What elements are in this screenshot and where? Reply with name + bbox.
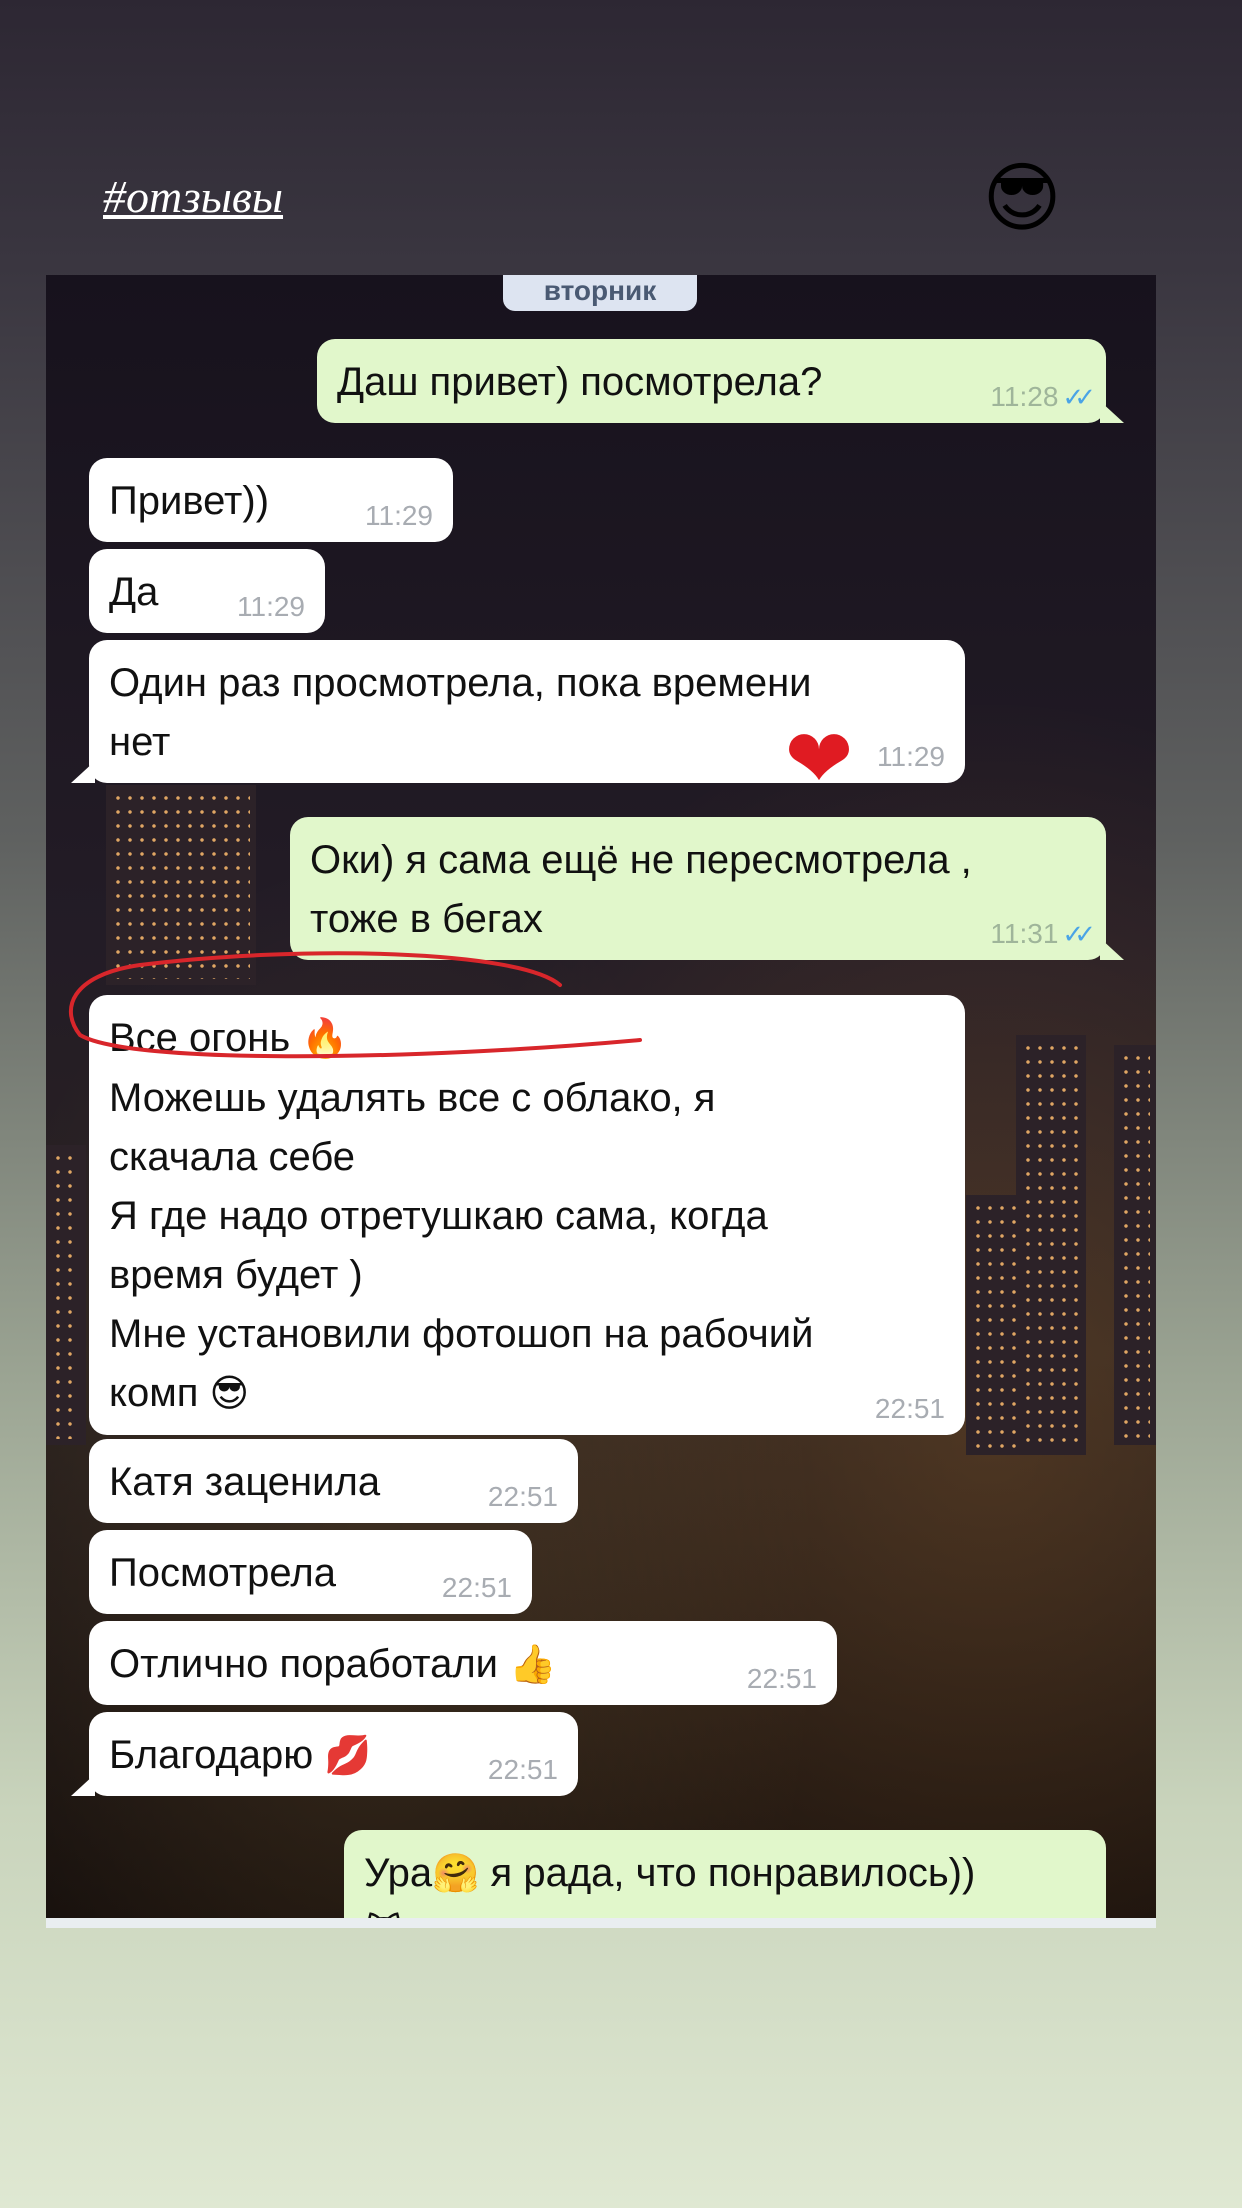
message-line: Оки) я сама ещё не пересмотрела , bbox=[310, 838, 972, 882]
message-time: 11:29 bbox=[237, 591, 305, 622]
message-line: скачала себе bbox=[109, 1135, 356, 1179]
message-bubble-incoming[interactable]: Посмотрела 22:51 bbox=[89, 1530, 532, 1614]
message-line: тоже в бегах bbox=[310, 897, 543, 941]
message-line: Я где надо отретушкаю сама, когда bbox=[109, 1194, 768, 1238]
screenshot-bottom-edge bbox=[46, 1918, 1156, 1928]
fire-icon: 🔥 bbox=[301, 1018, 349, 1060]
message-bubble-incoming[interactable]: Привет)) 11:29 bbox=[89, 458, 453, 542]
city-building bbox=[966, 1195, 1026, 1455]
city-building bbox=[106, 785, 256, 985]
message-line: Мне установили фотошоп на рабочий bbox=[109, 1312, 814, 1356]
message-line: Можешь удалять все с облако, я bbox=[109, 1076, 716, 1120]
message-text: Благодарю bbox=[109, 1733, 314, 1777]
sunglasses-emoji-sticker: 😎 bbox=[982, 156, 1062, 241]
message-text: Ура bbox=[364, 1851, 433, 1895]
sunglasses-icon: 😎 bbox=[209, 1373, 250, 1415]
message-text: Посмотрела bbox=[109, 1551, 336, 1595]
message-line: Все огонь 🔥 bbox=[109, 1016, 349, 1060]
message-time: 11:28 ✓✓ bbox=[990, 381, 1095, 412]
message-bubble-incoming[interactable]: Катя заценила 22:51 bbox=[89, 1439, 578, 1523]
message-line: комп 😎 bbox=[109, 1371, 250, 1415]
message-time: 22:51 bbox=[487, 1481, 558, 1512]
city-building bbox=[1114, 1045, 1156, 1445]
read-ticks-icon: ✓✓ bbox=[1062, 382, 1095, 412]
day-separator: вторник bbox=[503, 275, 697, 311]
city-building bbox=[46, 1145, 86, 1445]
message-time: 22:51 bbox=[746, 1663, 817, 1694]
message-time: 11:31 ✓✓ bbox=[990, 918, 1095, 949]
read-ticks-icon: ✓✓ bbox=[1062, 919, 1095, 949]
message-text: Привет)) bbox=[109, 479, 270, 523]
message-bubble-incoming[interactable]: Да 11:29 bbox=[89, 549, 325, 633]
message-line: время будет ) bbox=[109, 1253, 363, 1297]
hugging-face-icon: 🤗 bbox=[432, 1853, 480, 1895]
message-bubble-incoming[interactable]: Отлично поработали 👍 22:51 bbox=[89, 1621, 837, 1705]
message-time: 11:29 bbox=[877, 741, 945, 772]
message-text: Даш привет) посмотрела? bbox=[337, 360, 823, 404]
message-text: я рада, что понравилось)) bbox=[479, 1851, 976, 1895]
message-time: 11:29 bbox=[365, 500, 433, 531]
message-bubble-incoming[interactable]: Благодарю 💋 22:51 bbox=[71, 1712, 578, 1796]
message-bubble-outgoing[interactable]: Даш привет) посмотрела? 11:28 ✓✓ bbox=[317, 339, 1124, 423]
message-time: 22:51 bbox=[874, 1393, 945, 1424]
message-time: 22:51 bbox=[441, 1572, 512, 1603]
heart-sticker: ❤ bbox=[784, 714, 854, 805]
message-text: Да bbox=[109, 570, 159, 614]
thumbs-up-icon: 👍 bbox=[509, 1644, 557, 1686]
city-building bbox=[1016, 1035, 1086, 1455]
message-text: Катя заценила bbox=[109, 1460, 381, 1504]
message-line: Один раз просмотрела, пока времени bbox=[109, 661, 812, 705]
hashtag-title[interactable]: #отзывы bbox=[103, 170, 283, 223]
kiss-mark-icon: 💋 bbox=[324, 1735, 372, 1777]
message-bubble-outgoing[interactable]: Ура🤗 я рада, что понравилось)) 😻 bbox=[344, 1830, 1106, 1928]
message-text: Отлично поработали bbox=[109, 1642, 499, 1686]
message-bubble-incoming[interactable]: Все огонь 🔥 Можешь удалять все с облако,… bbox=[89, 995, 965, 1435]
message-time: 22:51 bbox=[487, 1754, 558, 1785]
message-bubble-outgoing[interactable]: Оки) я сама ещё не пересмотрела , тоже в… bbox=[290, 817, 1124, 960]
chat-screenshot: вторник Даш привет) посмотрела? 11:28 ✓✓ … bbox=[46, 275, 1156, 1928]
